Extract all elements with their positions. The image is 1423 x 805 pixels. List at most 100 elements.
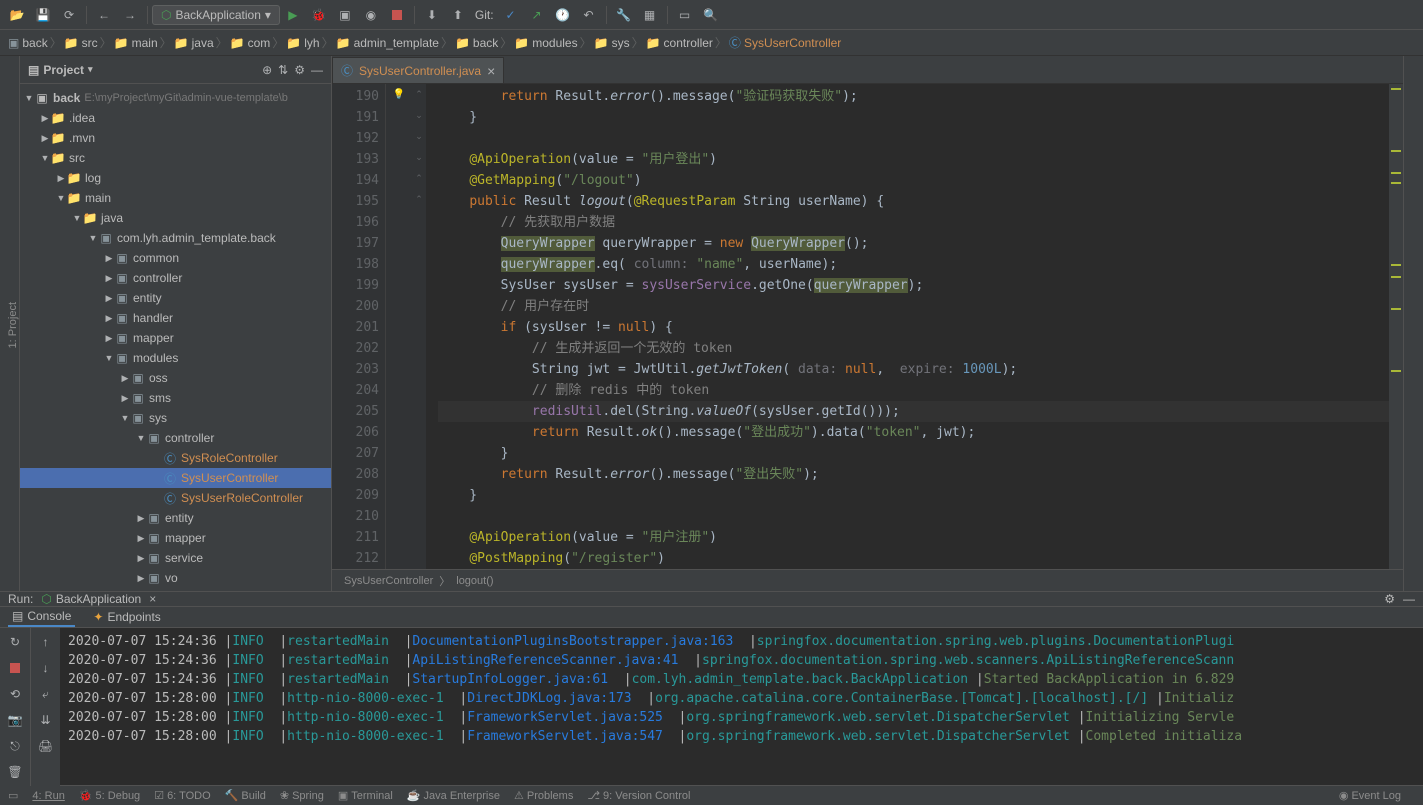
forward-icon[interactable]: → [118, 3, 142, 27]
tree-item[interactable]: ▶▣oss [20, 368, 331, 388]
git-revert-icon[interactable]: ↶ [577, 3, 601, 27]
tree-item[interactable]: ▼▣modules [20, 348, 331, 368]
refresh-icon[interactable]: ⟳ [57, 3, 81, 27]
tree-item[interactable]: ▼▣com.lyh.admin_template.back [20, 228, 331, 248]
minimize-icon[interactable]: — [311, 63, 323, 77]
tree-item[interactable]: ▶▣mapper [20, 328, 331, 348]
tree-root[interactable]: ▼▣backE:\myProject\myGit\admin-vue-templ… [20, 88, 331, 108]
tree-item[interactable]: ▶📁.idea [20, 108, 331, 128]
exit-icon[interactable]: ⎋ [5, 736, 25, 756]
error-stripe[interactable] [1389, 84, 1403, 569]
bc-item[interactable]: 📁com [230, 36, 271, 50]
tree-item[interactable]: ▶▣sms [20, 388, 331, 408]
status-build[interactable]: 🔨 Build [225, 789, 266, 802]
delete-icon[interactable]: 🗑 [5, 762, 25, 782]
vcs-commit-icon[interactable]: ⬆ [446, 3, 470, 27]
tree-item[interactable]: ▼▣controller [20, 428, 331, 448]
tree-item[interactable]: ▼📁src [20, 148, 331, 168]
console-toolbar2: ↑ ↓ ⤶ ⇊ 🖨 [30, 628, 60, 786]
git-history-icon[interactable]: 🕐 [551, 3, 575, 27]
expand-icon[interactable]: ⇅ [278, 63, 288, 77]
git-push-icon[interactable]: ↗ [525, 3, 549, 27]
git-pull-icon[interactable]: ✓ [499, 3, 523, 27]
side-tab-project[interactable]: 1: Project [7, 302, 19, 348]
tree-item[interactable]: ▶▣service [20, 548, 331, 568]
close-icon[interactable]: × [149, 592, 156, 606]
locate-icon[interactable]: ⊕ [262, 63, 272, 77]
bc-item[interactable]: 📁lyh [286, 36, 319, 50]
bc-item[interactable]: 📁java [174, 36, 214, 50]
tree-item[interactable]: ▶▣entity [20, 508, 331, 528]
camera-icon[interactable]: 📷 [5, 710, 25, 730]
status-todo[interactable]: ☑ 6: TODO [154, 789, 210, 802]
tree-item[interactable]: ▶▣vo [20, 568, 331, 588]
run-config-tab[interactable]: ⬡BackApplication × [41, 592, 156, 606]
save-icon[interactable]: 💾 [31, 3, 55, 27]
minimize-icon[interactable]: — [1403, 592, 1415, 606]
project-structure-icon[interactable]: ▦ [638, 3, 662, 27]
status-spring[interactable]: ❀ Spring [280, 789, 324, 802]
search-icon[interactable]: 🔍 [699, 3, 723, 27]
bc-item[interactable]: 📁back [455, 36, 498, 50]
back-icon[interactable]: ← [92, 3, 116, 27]
print-icon[interactable]: 🖨 [36, 736, 56, 756]
run-icon[interactable]: ▶ [281, 3, 305, 27]
tree-item[interactable]: ▶📁.mvn [20, 128, 331, 148]
project-tree[interactable]: ▼▣backE:\myProject\myGit\admin-vue-templ… [20, 84, 331, 591]
gear-icon[interactable]: ⚙ [1384, 592, 1395, 606]
tree-item[interactable]: ▼📁java [20, 208, 331, 228]
down-icon[interactable]: ↓ [36, 658, 56, 678]
vcs-update-icon[interactable]: ⬇ [420, 3, 444, 27]
rerun-icon[interactable]: ↻ [5, 632, 25, 652]
status-run[interactable]: 4: Run [32, 790, 64, 802]
tab-console[interactable]: ▤Console [8, 607, 75, 627]
bc-item[interactable]: ⒸSysUserController [729, 34, 841, 51]
tree-item[interactable]: ▶▣entity [20, 288, 331, 308]
open-icon[interactable]: 📂 [5, 3, 29, 27]
status-eventlog[interactable]: ◉ Event Log [1339, 789, 1401, 802]
status-vcs[interactable]: ⎇ 9: Version Control [587, 789, 690, 802]
status-problems[interactable]: ⚠ Problems [514, 789, 573, 802]
tree-item[interactable]: ▶▣handler [20, 308, 331, 328]
gear-icon[interactable]: ⚙ [294, 63, 305, 77]
scroll-icon[interactable]: ⇊ [36, 710, 56, 730]
bc-item[interactable]: 📁controller [646, 36, 713, 50]
tree-item[interactable]: ▶▣common [20, 248, 331, 268]
bc-item[interactable]: 📁sys [594, 36, 630, 50]
bc-item[interactable]: ▣back [8, 36, 48, 50]
bc-item[interactable]: 📁admin_template [336, 36, 439, 50]
tab-endpoints[interactable]: ✦Endpoints [89, 608, 164, 626]
wrap-icon[interactable]: ⤶ [36, 684, 56, 704]
tree-item[interactable]: ⒸSysUserController [20, 468, 331, 488]
bc-item[interactable]: 📁main [114, 36, 158, 50]
panel-title[interactable]: ▤Project▾ [28, 63, 262, 77]
status-terminal[interactable]: ▣ Terminal [338, 789, 393, 802]
console-output[interactable]: 2020-07-07 15:24:36 |INFO |restartedMain… [60, 628, 1423, 786]
up-icon[interactable]: ↑ [36, 632, 56, 652]
tree-item[interactable]: ▼📁main [20, 188, 331, 208]
bc-item[interactable]: 📁modules [514, 36, 577, 50]
settings-icon[interactable]: 🔧 [612, 3, 636, 27]
status-show-icon[interactable]: ▭ [8, 789, 18, 802]
code-editor[interactable]: return Result.error().message("验证码获取失败")… [426, 84, 1389, 569]
run-panel: Run: ⬡BackApplication × ⚙ — ▤Console ✦En… [0, 591, 1423, 785]
ide-window-icon[interactable]: ▭ [673, 3, 697, 27]
profile-icon[interactable]: ◉ [359, 3, 383, 27]
close-icon[interactable]: × [487, 63, 495, 79]
status-debug[interactable]: 🐞 5: Debug [79, 789, 140, 802]
status-javaee[interactable]: ☕ Java Enterprise [407, 789, 500, 802]
tree-item[interactable]: ⒸSysRoleController [20, 448, 331, 468]
stop-icon[interactable] [385, 3, 409, 27]
coverage-icon[interactable]: ▣ [333, 3, 357, 27]
tab-sysusercontroller[interactable]: Ⓒ SysUserController.java × [332, 57, 504, 83]
tree-item[interactable]: ⒸSysUserRoleController [20, 488, 331, 508]
tree-item[interactable]: ▼▣sys [20, 408, 331, 428]
restart-icon[interactable]: ⟲ [5, 684, 25, 704]
stop-icon[interactable] [5, 658, 25, 678]
debug-icon[interactable]: 🐞 [307, 3, 331, 27]
bc-item[interactable]: 📁src [64, 36, 98, 50]
run-config-selector[interactable]: ⬡ BackApplication ▾ [152, 5, 280, 25]
tree-item[interactable]: ▶▣mapper [20, 528, 331, 548]
tree-item[interactable]: ▶📁log [20, 168, 331, 188]
tree-item[interactable]: ▶▣controller [20, 268, 331, 288]
